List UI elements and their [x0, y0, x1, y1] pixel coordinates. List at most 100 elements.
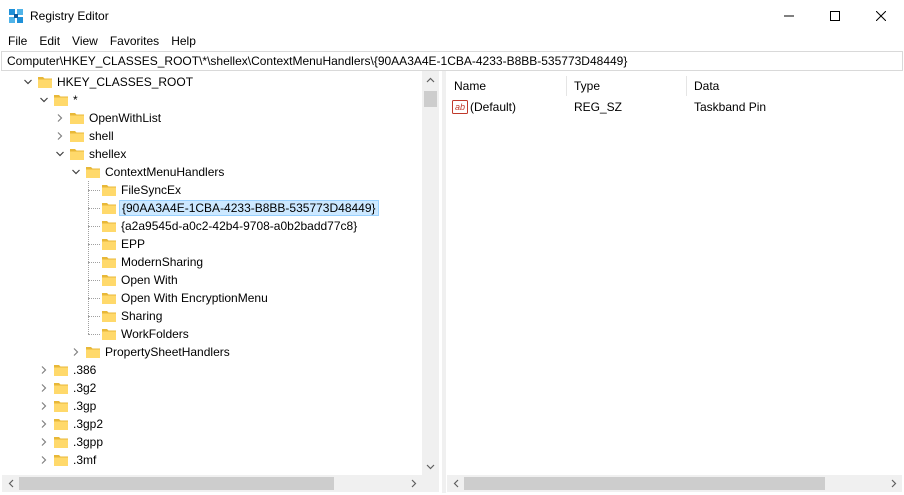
- tree-item[interactable]: .3mf: [2, 451, 442, 469]
- string-value-icon: ab: [452, 100, 468, 114]
- svg-text:ab: ab: [455, 102, 465, 112]
- scroll-thumb[interactable]: [19, 477, 334, 490]
- folder-icon: [70, 113, 84, 124]
- scroll-thumb[interactable]: [424, 91, 437, 107]
- tree-item[interactable]: .3gp2: [2, 415, 442, 433]
- scroll-down-arrow[interactable]: [422, 458, 439, 475]
- tree-item[interactable]: {90AA3A4E-1CBA-4233-B8BB-535773D48449}: [2, 199, 442, 217]
- tree-item[interactable]: FileSyncEx: [2, 181, 442, 199]
- chevron-right-icon[interactable]: [38, 382, 50, 394]
- tree-item-label: WorkFolders: [121, 327, 189, 341]
- folder-icon: [102, 275, 116, 286]
- tree-connector: [88, 262, 100, 263]
- menu-help[interactable]: Help: [165, 31, 202, 51]
- tree-item-label: Sharing: [121, 309, 163, 323]
- tree-item[interactable]: shellex: [2, 145, 442, 163]
- chevron-left-icon: [453, 479, 458, 488]
- tree-item[interactable]: .3gp: [2, 397, 442, 415]
- column-divider[interactable]: [566, 76, 567, 96]
- folder-icon: [102, 221, 116, 232]
- chevron-right-icon: [891, 479, 896, 488]
- list-item[interactable]: ab (Default) REG_SZ Taskband Pin: [446, 98, 904, 116]
- chevron-right-icon: [411, 479, 416, 488]
- folder-icon: [54, 383, 68, 394]
- scroll-right-arrow[interactable]: [405, 475, 422, 492]
- menu-edit[interactable]: Edit: [33, 31, 66, 51]
- value-name: (Default): [470, 100, 517, 114]
- tree-item[interactable]: OpenWithList: [2, 109, 442, 127]
- scroll-up-arrow[interactable]: [422, 71, 439, 88]
- tree-item-label: .3mf: [73, 453, 97, 467]
- tree-item[interactable]: EPP: [2, 235, 442, 253]
- address-bar[interactable]: Computer\HKEY_CLASSES_ROOT\*\shellex\Con…: [1, 51, 903, 71]
- tree-item[interactable]: Open With EncryptionMenu: [2, 289, 442, 307]
- chevron-down-icon[interactable]: [70, 166, 82, 178]
- tree-item[interactable]: ModernSharing: [2, 253, 442, 271]
- menu-file[interactable]: File: [2, 31, 33, 51]
- menu-favorites[interactable]: Favorites: [104, 31, 165, 51]
- tree-item[interactable]: .386: [2, 361, 442, 379]
- folder-icon: [102, 257, 116, 268]
- tree-item[interactable]: .3gpp: [2, 433, 442, 451]
- folder-icon: [102, 203, 116, 214]
- list-horizontal-scrollbar[interactable]: [447, 475, 902, 492]
- column-divider[interactable]: [686, 76, 687, 96]
- column-header-name[interactable]: Name: [454, 79, 486, 93]
- chevron-down-icon[interactable]: [22, 76, 34, 88]
- chevron-right-icon[interactable]: [38, 364, 50, 376]
- title-bar: Registry Editor: [0, 0, 904, 31]
- window-title: Registry Editor: [30, 9, 109, 23]
- tree-item[interactable]: Open With: [2, 271, 442, 289]
- close-button[interactable]: [858, 0, 904, 31]
- column-header-type[interactable]: Type: [574, 79, 600, 93]
- chevron-right-icon[interactable]: [38, 436, 50, 448]
- tree-item[interactable]: HKEY_CLASSES_ROOT: [2, 73, 442, 91]
- folder-icon: [70, 149, 84, 160]
- tree-item-label: .3gpp: [73, 435, 104, 449]
- registry-tree[interactable]: HKEY_CLASSES_ROOT * OpenWithList shell shell…: [2, 71, 443, 493]
- tree-item-label: Open With EncryptionMenu: [121, 291, 268, 305]
- tree-item-label: *: [73, 93, 78, 107]
- scroll-right-arrow[interactable]: [885, 475, 902, 492]
- tree-vertical-scrollbar[interactable]: [422, 71, 439, 475]
- tree-item-label: FileSyncEx: [121, 183, 182, 197]
- tree-item[interactable]: PropertySheetHandlers: [2, 343, 442, 361]
- chevron-right-icon[interactable]: [38, 454, 50, 466]
- registry-editor-icon: [9, 9, 23, 23]
- tree-item-label: shell: [89, 129, 114, 143]
- tree-item[interactable]: Sharing: [2, 307, 442, 325]
- chevron-down-icon[interactable]: [38, 94, 50, 106]
- chevron-right-icon[interactable]: [54, 130, 66, 142]
- folder-icon: [102, 329, 116, 340]
- chevron-right-icon[interactable]: [38, 400, 50, 412]
- menu-bar: File Edit View Favorites Help: [0, 31, 904, 51]
- value-type: REG_SZ: [574, 100, 623, 114]
- tree-item[interactable]: shell: [2, 127, 442, 145]
- tree-horizontal-scrollbar[interactable]: [2, 475, 439, 492]
- chevron-down-icon[interactable]: [54, 148, 66, 160]
- minimize-button[interactable]: [766, 0, 812, 31]
- folder-icon: [54, 419, 68, 430]
- column-header-data[interactable]: Data: [694, 79, 719, 93]
- menu-view[interactable]: View: [66, 31, 104, 51]
- chevron-right-icon[interactable]: [54, 112, 66, 124]
- folder-icon: [54, 365, 68, 376]
- value-data: Taskband Pin: [694, 100, 767, 114]
- chevron-right-icon[interactable]: [38, 418, 50, 430]
- chevron-right-icon[interactable]: [70, 346, 82, 358]
- maximize-button[interactable]: [812, 0, 858, 31]
- chevron-down-icon: [426, 464, 435, 469]
- values-list[interactable]: Name Type Data ab (Default) REG_SZ Taskb…: [446, 71, 904, 493]
- scroll-left-arrow[interactable]: [447, 475, 464, 492]
- tree-item[interactable]: .3g2: [2, 379, 442, 397]
- folder-icon: [102, 311, 116, 322]
- tree-item-label: Open With: [121, 273, 178, 287]
- folder-icon: [86, 347, 100, 358]
- tree-item[interactable]: WorkFolders: [2, 325, 442, 343]
- tree-item-label: .3gp2: [73, 417, 104, 431]
- tree-item[interactable]: {a2a9545d-a0c2-42b4-9708-a0b2badd77c8}: [2, 217, 442, 235]
- scroll-left-arrow[interactable]: [2, 475, 19, 492]
- tree-item[interactable]: ContextMenuHandlers: [2, 163, 442, 181]
- scroll-thumb[interactable]: [464, 477, 825, 490]
- tree-item[interactable]: *: [2, 91, 442, 109]
